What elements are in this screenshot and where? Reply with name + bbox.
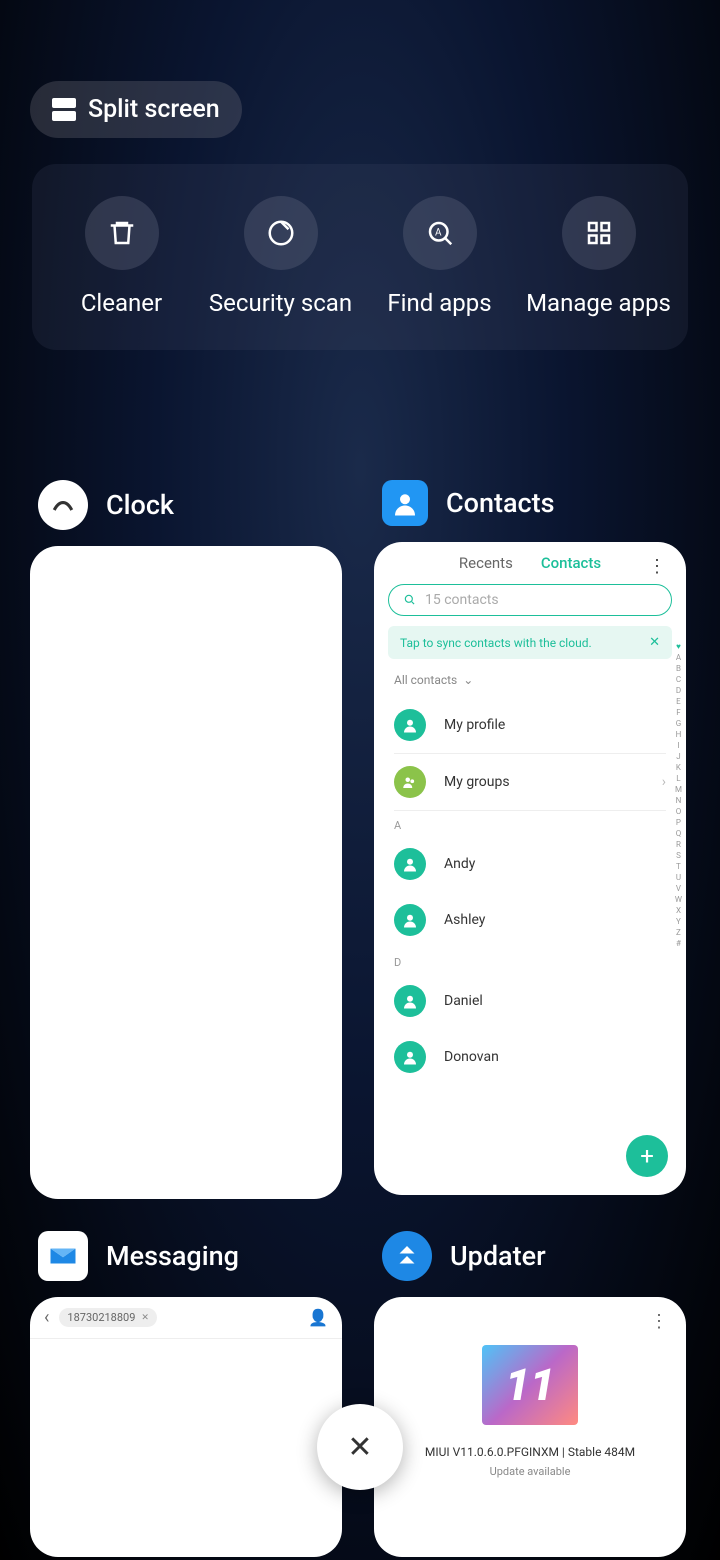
recipient-chip[interactable]: 18730218809 ✕ [59,1308,157,1327]
card-header-messaging: Messaging [30,1231,342,1281]
add-contact-fab[interactable]: + [626,1135,668,1177]
svg-text:A: A [435,228,442,239]
remove-chip-icon[interactable]: ✕ [141,1313,149,1323]
close-icon[interactable]: ✕ [649,635,660,650]
contact-name: My profile [444,717,505,733]
avatar-icon [394,985,426,1017]
contacts-tabs: Recents Contacts ⋮ [374,542,686,572]
clock-label: Clock [106,489,174,521]
search-icon [403,593,417,607]
split-screen-label: Split screen [88,95,220,124]
updater-icon [382,1231,432,1281]
plus-icon: + [640,1142,654,1170]
miui-logo: 11 [482,1345,578,1425]
tools-panel: Cleaner Security scan A Find apps Manage… [32,164,688,350]
messaging-label: Messaging [106,1240,239,1272]
chevron-down-icon: ⌄ [463,673,473,687]
tool-manage[interactable]: Manage apps [519,196,678,318]
groups-icon [394,766,426,798]
contact-name: Andy [444,856,475,872]
app-card-messaging[interactable]: Messaging ‹ 18730218809 ✕ 👤 [30,1231,342,1557]
updater-version: MIUI V11.0.6.0.PFGINXM | Stable 484M [425,1445,635,1459]
alpha-index[interactable]: ♥ABCDEFGHIJKLMNOPQRSTUVWXYZ# [675,642,682,948]
tool-security-label: Security scan [209,288,352,318]
updater-preview[interactable]: ⋮ 11 MIUI V11.0.6.0.PFGINXM | Stable 484… [374,1297,686,1557]
contact-row[interactable]: Donovan [374,1029,686,1085]
search-input[interactable]: 15 contacts [388,584,672,616]
contact-row[interactable]: Daniel [374,973,686,1029]
close-icon: ✕ [347,1430,372,1465]
tab-contacts[interactable]: Contacts [541,554,601,572]
contact-name: Donovan [444,1049,499,1065]
contacts-preview[interactable]: Recents Contacts ⋮ 15 contacts Tap to sy… [374,542,686,1195]
avatar-icon [394,1041,426,1073]
app-card-contacts[interactable]: Contacts Recents Contacts ⋮ 15 contacts … [374,480,686,1199]
sync-banner[interactable]: Tap to sync contacts with the cloud. ✕ [388,626,672,659]
contact-row[interactable]: Andy [374,836,686,892]
search-placeholder: 15 contacts [425,592,499,608]
tool-manage-label: Manage apps [526,288,671,318]
tool-cleaner-label: Cleaner [81,288,162,318]
clock-preview[interactable] [30,546,342,1199]
chevron-right-icon: › [662,774,666,790]
contact-row[interactable]: Ashley [374,892,686,948]
person-icon[interactable]: 👤 [308,1308,328,1327]
section-header-d: D [374,948,686,973]
contact-my-groups[interactable]: My groups › [374,754,686,810]
scan-icon [244,196,318,270]
grid-icon [562,196,636,270]
tab-recents[interactable]: Recents [459,554,513,572]
messaging-icon [38,1231,88,1281]
more-icon[interactable]: ⋮ [648,556,666,577]
more-icon[interactable]: ⋮ [650,1311,668,1332]
sync-text: Tap to sync contacts with the cloud. [400,636,592,650]
recipient-number: 18730218809 [67,1311,135,1324]
contact-name: My groups [444,774,510,790]
tool-security[interactable]: Security scan [201,196,360,318]
tool-find[interactable]: A Find apps [360,196,519,318]
split-screen-button[interactable]: Split screen [30,81,242,138]
messaging-preview[interactable]: ‹ 18730218809 ✕ 👤 [30,1297,342,1557]
card-header-contacts: Contacts [374,480,686,526]
section-header-a: A [374,811,686,836]
contact-name: Daniel [444,993,483,1009]
card-header-clock: Clock [30,480,342,530]
avatar-icon [394,848,426,880]
back-icon[interactable]: ‹ [44,1307,49,1328]
card-header-updater: Updater [374,1231,686,1281]
contact-my-profile[interactable]: My profile [374,697,686,753]
avatar-icon [394,904,426,936]
contact-name: Ashley [444,912,485,928]
search-a-icon: A [403,196,477,270]
split-icon [52,98,76,122]
contacts-icon [382,480,428,526]
close-all-button[interactable]: ✕ [317,1404,403,1490]
contacts-label: Contacts [446,487,555,519]
app-card-updater[interactable]: Updater ⋮ 11 MIUI V11.0.6.0.PFGINXM | St… [374,1231,686,1557]
updater-status: Update available [490,1465,571,1478]
tool-cleaner[interactable]: Cleaner [42,196,201,318]
clock-icon [38,480,88,530]
avatar-icon [394,709,426,741]
updater-label: Updater [450,1240,546,1272]
app-card-clock[interactable]: Clock [30,480,342,1199]
tool-find-label: Find apps [387,288,491,318]
trash-icon [85,196,159,270]
all-contacts-dropdown[interactable]: All contacts ⌄ [374,669,686,697]
message-header: ‹ 18730218809 ✕ 👤 [30,1297,342,1339]
